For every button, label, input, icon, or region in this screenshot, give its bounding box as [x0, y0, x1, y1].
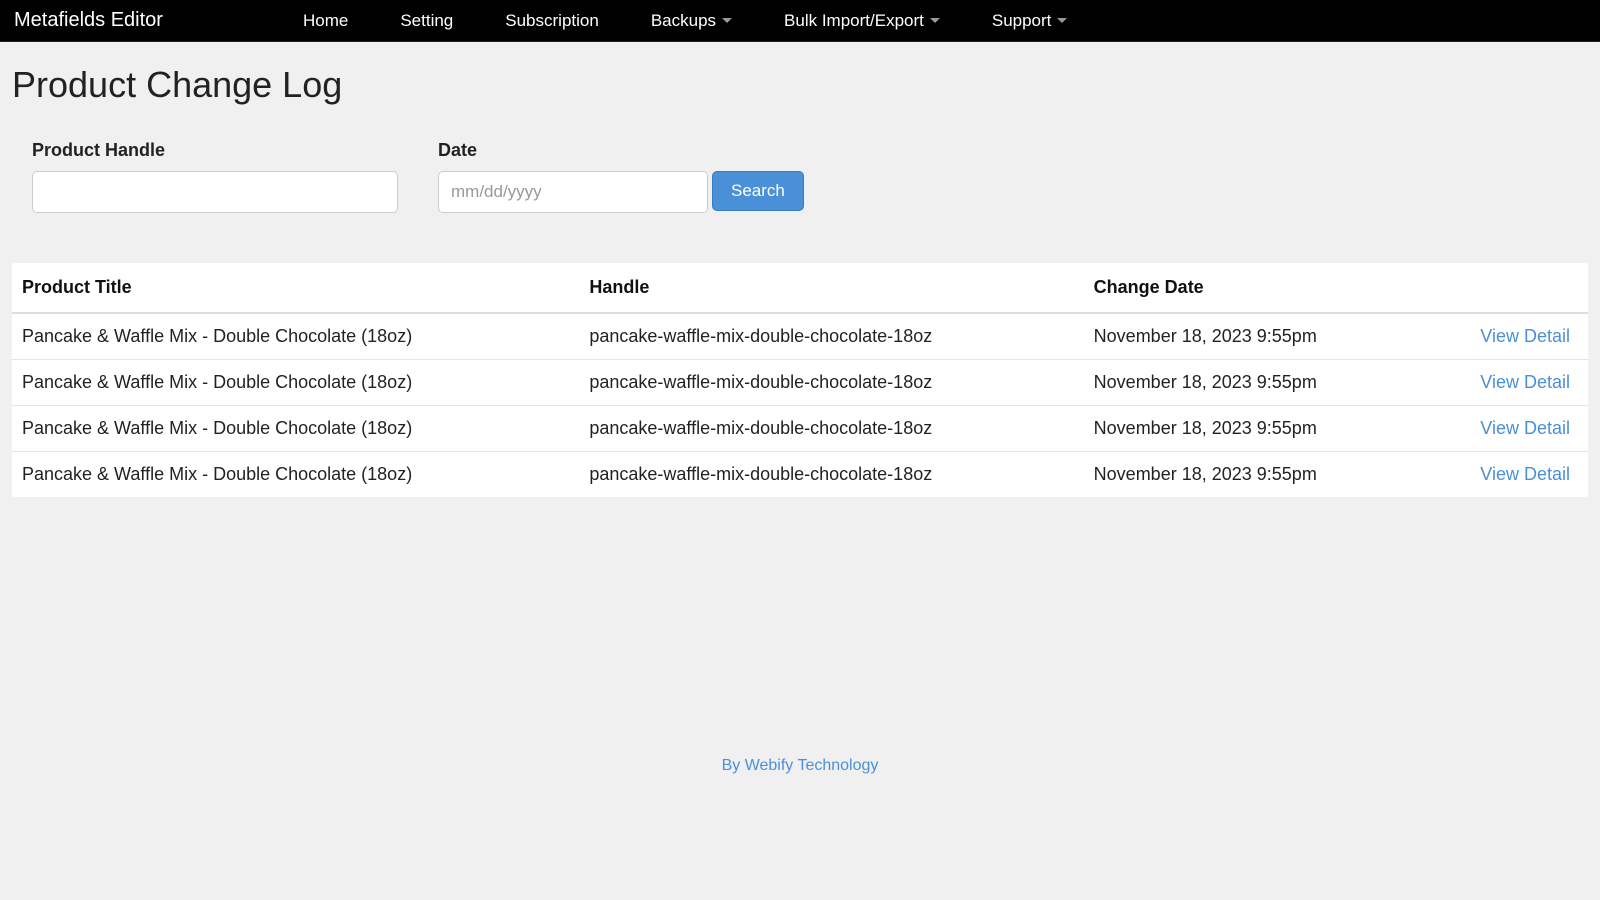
- app-brand: Metafields Editor: [14, 9, 163, 32]
- view-detail-link[interactable]: View Detail: [1480, 326, 1570, 346]
- nav-backups[interactable]: Backups: [651, 11, 732, 31]
- product-handle-label: Product Handle: [32, 140, 398, 161]
- nav-item-label: Support: [992, 11, 1052, 31]
- page-title: Product Change Log: [0, 42, 1600, 116]
- table-row: Pancake & Waffle Mix - Double Chocolate …: [12, 406, 1588, 452]
- cell-product-title: Pancake & Waffle Mix - Double Chocolate …: [12, 313, 579, 360]
- table-header-row: Product Title Handle Change Date: [12, 263, 1588, 313]
- col-header-date: Change Date: [1084, 263, 1431, 313]
- nav-subscription[interactable]: Subscription: [505, 11, 599, 31]
- chevron-down-icon: [930, 18, 940, 23]
- chevron-down-icon: [722, 18, 732, 23]
- cell-action: View Detail: [1430, 360, 1588, 406]
- change-log-table-wrap: Product Title Handle Change Date Pancake…: [12, 263, 1588, 497]
- col-header-title: Product Title: [12, 263, 579, 313]
- nav-item-label: Bulk Import/Export: [784, 11, 924, 31]
- nav-support[interactable]: Support: [992, 11, 1068, 31]
- view-detail-link[interactable]: View Detail: [1480, 464, 1570, 484]
- table-row: Pancake & Waffle Mix - Double Chocolate …: [12, 452, 1588, 498]
- cell-change-date: November 18, 2023 9:55pm: [1084, 406, 1431, 452]
- filter-group-date: Date Search: [438, 140, 804, 213]
- cell-handle: pancake-waffle-mix-double-chocolate-18oz: [579, 452, 1083, 498]
- filter-group-handle: Product Handle: [32, 140, 398, 213]
- chevron-down-icon: [1057, 18, 1067, 23]
- cell-action: View Detail: [1430, 452, 1588, 498]
- footer: By Webify Technology: [0, 497, 1600, 795]
- cell-action: View Detail: [1430, 406, 1588, 452]
- nav-bulk-import-export[interactable]: Bulk Import/Export: [784, 11, 940, 31]
- product-handle-input[interactable]: [32, 171, 398, 213]
- search-button[interactable]: Search: [712, 171, 804, 211]
- view-detail-link[interactable]: View Detail: [1480, 372, 1570, 392]
- cell-change-date: November 18, 2023 9:55pm: [1084, 452, 1431, 498]
- cell-change-date: November 18, 2023 9:55pm: [1084, 313, 1431, 360]
- table-row: Pancake & Waffle Mix - Double Chocolate …: [12, 313, 1588, 360]
- filter-row: Product Handle Date Search: [0, 116, 1600, 223]
- nav-item-label: Home: [303, 11, 348, 31]
- col-header-handle: Handle: [579, 263, 1083, 313]
- nav-item-label: Setting: [400, 11, 453, 31]
- date-label: Date: [438, 140, 804, 161]
- navbar: Metafields Editor Home Setting Subscript…: [0, 0, 1600, 42]
- cell-product-title: Pancake & Waffle Mix - Double Chocolate …: [12, 452, 579, 498]
- cell-product-title: Pancake & Waffle Mix - Double Chocolate …: [12, 360, 579, 406]
- cell-product-title: Pancake & Waffle Mix - Double Chocolate …: [12, 406, 579, 452]
- cell-action: View Detail: [1430, 313, 1588, 360]
- nav-home[interactable]: Home: [303, 11, 348, 31]
- nav-setting[interactable]: Setting: [400, 11, 453, 31]
- change-log-table: Product Title Handle Change Date Pancake…: [12, 263, 1588, 497]
- cell-handle: pancake-waffle-mix-double-chocolate-18oz: [579, 313, 1083, 360]
- col-header-action: [1430, 263, 1588, 313]
- nav-item-label: Backups: [651, 11, 716, 31]
- footer-link[interactable]: By Webify Technology: [722, 757, 879, 774]
- date-input[interactable]: [438, 171, 708, 213]
- cell-handle: pancake-waffle-mix-double-chocolate-18oz: [579, 360, 1083, 406]
- cell-handle: pancake-waffle-mix-double-chocolate-18oz: [579, 406, 1083, 452]
- table-row: Pancake & Waffle Mix - Double Chocolate …: [12, 360, 1588, 406]
- nav-item-label: Subscription: [505, 11, 599, 31]
- cell-change-date: November 18, 2023 9:55pm: [1084, 360, 1431, 406]
- view-detail-link[interactable]: View Detail: [1480, 418, 1570, 438]
- navbar-nav: Home Setting Subscription Backups Bulk I…: [303, 11, 1067, 31]
